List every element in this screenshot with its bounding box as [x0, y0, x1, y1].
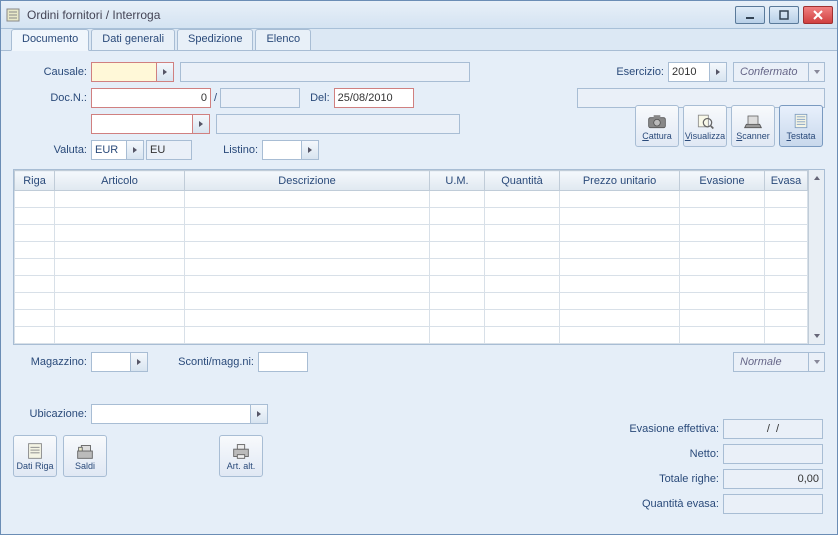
art-alt-button[interactable]: Art. alt. [219, 435, 263, 477]
table-row[interactable] [15, 225, 808, 242]
tab-documento[interactable]: Documento [11, 29, 89, 51]
docn-input[interactable] [91, 88, 211, 108]
table-row[interactable] [15, 327, 808, 344]
scanner-icon [743, 112, 763, 130]
cash-register-icon [74, 441, 96, 461]
document-lines-icon [24, 441, 46, 461]
esercizio-input[interactable] [668, 62, 710, 82]
col-prezzo[interactable]: Prezzo unitario [560, 171, 680, 191]
netto-label: Netto: [690, 448, 723, 460]
magazzino-lookup-button[interactable] [130, 352, 148, 372]
scroll-down-icon[interactable] [810, 329, 824, 343]
titlebar[interactable]: Ordini fornitori / Interroga [1, 1, 837, 29]
magnifier-icon [695, 112, 715, 130]
table-row[interactable] [15, 208, 808, 225]
del-input[interactable] [334, 88, 414, 108]
chevron-down-icon [808, 353, 824, 371]
listino-lookup-button[interactable] [301, 140, 319, 160]
totale-label: Totale righe: [659, 473, 723, 485]
docn-label: Doc.N.: [13, 92, 91, 104]
valuta-label: Valuta: [13, 144, 91, 156]
docn2-input[interactable] [220, 88, 300, 108]
causale-lookup-button[interactable] [156, 62, 174, 82]
chevron-down-icon [808, 63, 824, 81]
qevasa-label: Quantità evasa: [642, 498, 723, 510]
col-quantita[interactable]: Quantità [485, 171, 560, 191]
col-evasione[interactable]: Evasione [680, 171, 765, 191]
col-um[interactable]: U.M. [430, 171, 485, 191]
party-lookup-button[interactable] [192, 114, 210, 134]
ubicazione-label: Ubicazione: [13, 408, 91, 420]
listino-label: Listino: [192, 144, 262, 156]
valuta-input[interactable] [91, 140, 127, 160]
netto-value [723, 444, 823, 464]
dati-riga-button[interactable]: Dati Riga [13, 435, 57, 477]
order-lines-grid[interactable]: Riga Articolo Descrizione U.M. Quantità … [13, 169, 825, 345]
app-window: Ordini fornitori / Interroga Documento D… [0, 0, 838, 535]
valuta-lookup-button[interactable] [126, 140, 144, 160]
evasione-value [723, 419, 823, 439]
party-desc [216, 114, 460, 134]
magazzino-input[interactable] [91, 352, 131, 372]
evasione-label: Evasione effettiva: [629, 423, 723, 435]
col-riga[interactable]: Riga [15, 171, 55, 191]
col-descrizione[interactable]: Descrizione [185, 171, 430, 191]
visualizza-button[interactable]: Visualizza [683, 105, 727, 147]
testata-button[interactable]: Testata [779, 105, 823, 147]
normale-select[interactable]: Normale [733, 352, 825, 372]
window-title: Ordini fornitori / Interroga [27, 8, 735, 22]
printer-icon [230, 441, 252, 461]
scanner-button[interactable]: Scanner [731, 105, 775, 147]
causale-input[interactable] [91, 62, 157, 82]
esercizio-label: Esercizio: [616, 66, 668, 78]
confermato-select[interactable]: Confermato [733, 62, 825, 82]
causale-desc [180, 62, 470, 82]
del-label: Del: [300, 92, 334, 104]
col-evasa[interactable]: Evasa [765, 171, 808, 191]
magazzino-label: Magazzino: [13, 356, 91, 368]
totale-value [723, 469, 823, 489]
ubicazione-input[interactable] [91, 404, 251, 424]
table-row[interactable] [15, 242, 808, 259]
table-row[interactable] [15, 310, 808, 327]
tab-dati-generali[interactable]: Dati generali [91, 29, 175, 50]
scroll-up-icon[interactable] [810, 171, 824, 185]
tab-bar: Documento Dati generali Spedizione Elenc… [1, 29, 837, 51]
qevasa-value [723, 494, 823, 514]
sconti-label: Sconti/magg.ni: [148, 356, 258, 368]
sconti-input[interactable] [258, 352, 308, 372]
causale-label: Causale: [13, 66, 91, 78]
tab-elenco[interactable]: Elenco [255, 29, 311, 50]
table-row[interactable] [15, 259, 808, 276]
close-button[interactable] [803, 6, 833, 24]
table-row[interactable] [15, 276, 808, 293]
tab-spedizione[interactable]: Spedizione [177, 29, 253, 50]
valuta2-input [146, 140, 192, 160]
app-icon [5, 7, 21, 23]
cattura-button[interactable]: Cattura [635, 105, 679, 147]
minimize-button[interactable] [735, 6, 765, 24]
party-input[interactable] [91, 114, 193, 134]
document-icon [791, 112, 811, 130]
table-row[interactable] [15, 191, 808, 208]
listino-input[interactable] [262, 140, 302, 160]
tab-content: Causale: Esercizio: Confermato Doc.N.: / [1, 51, 837, 534]
table-row[interactable] [15, 293, 808, 310]
grid-scrollbar[interactable] [808, 170, 824, 344]
saldi-button[interactable]: Saldi [63, 435, 107, 477]
col-articolo[interactable]: Articolo [55, 171, 185, 191]
esercizio-lookup-button[interactable] [709, 62, 727, 82]
camera-icon [647, 112, 667, 130]
docn-slash: / [211, 92, 220, 104]
maximize-button[interactable] [769, 6, 799, 24]
ubicazione-lookup-button[interactable] [250, 404, 268, 424]
